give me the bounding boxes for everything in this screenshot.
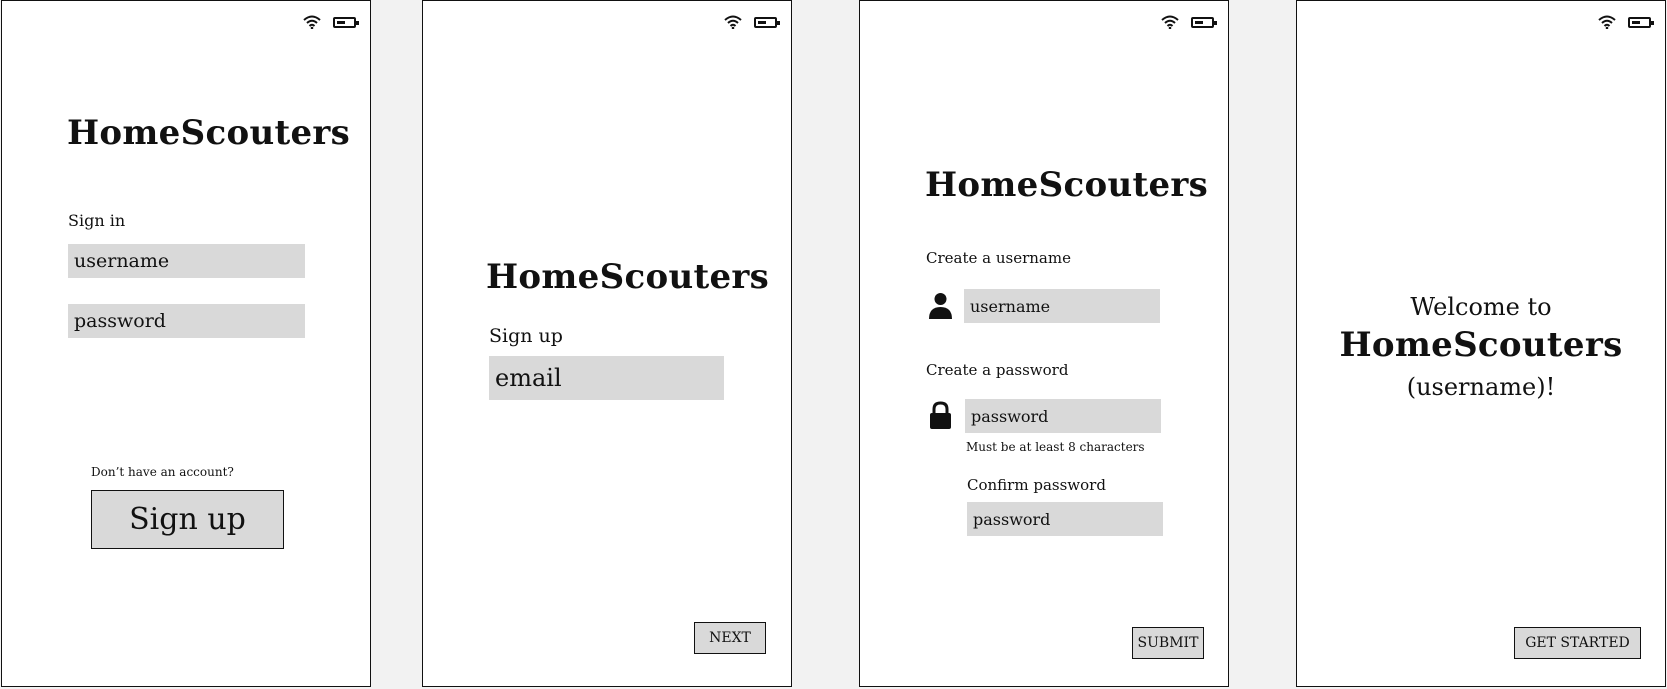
username-placeholder: username (970, 296, 1051, 316)
get-started-button-label: GET STARTED (1525, 635, 1630, 651)
status-bar (724, 15, 780, 29)
signin-heading: Sign in (68, 211, 126, 230)
status-bar (1161, 15, 1217, 29)
lock-icon (930, 401, 951, 429)
submit-button[interactable]: SUBMIT (1132, 627, 1204, 659)
battery-icon (1628, 16, 1654, 28)
no-account-text: Don’t have an account? (91, 465, 234, 479)
welcome-username: (username)! (1406, 373, 1556, 401)
get-started-button[interactable]: GET STARTED (1514, 627, 1641, 659)
username-input[interactable]: username (68, 244, 305, 278)
password-heading: Create a password (926, 361, 1069, 379)
password-input[interactable]: password (68, 304, 305, 338)
next-button[interactable]: NEXT (694, 622, 766, 654)
confirm-heading: Confirm password (967, 476, 1106, 494)
battery-icon (333, 16, 359, 28)
password-placeholder: password (74, 310, 166, 332)
next-button-label: NEXT (709, 630, 751, 646)
signup-button[interactable]: Sign up (91, 490, 284, 549)
password-hint: Must be at least 8 characters (966, 440, 1145, 454)
app-logo: HomeScouters (1339, 325, 1623, 365)
battery-icon (754, 16, 780, 28)
status-bar (303, 15, 359, 29)
signup-button-label: Sign up (129, 502, 246, 537)
create-username-input[interactable]: username (964, 289, 1160, 323)
wifi-icon (1598, 15, 1616, 29)
app-logo: HomeScouters (925, 165, 1209, 205)
password-placeholder: password (971, 406, 1049, 426)
submit-button-label: SUBMIT (1137, 635, 1199, 651)
wifi-icon (1161, 15, 1179, 29)
wifi-icon (724, 15, 742, 29)
wifi-icon (303, 15, 321, 29)
welcome-screen: Welcome to HomeScouters (username)! GET … (1296, 0, 1666, 687)
email-placeholder: email (495, 364, 562, 392)
app-logo: HomeScouters (67, 113, 351, 153)
create-account-screen: HomeScouters Create a username username … (859, 0, 1229, 687)
status-bar (1598, 15, 1654, 29)
app-logo: HomeScouters (486, 257, 770, 297)
confirm-placeholder: password (973, 509, 1051, 529)
signin-screen: HomeScouters Sign in username password D… (1, 0, 371, 687)
username-heading: Create a username (926, 249, 1071, 267)
battery-icon (1191, 16, 1217, 28)
signup-heading: Sign up (489, 325, 563, 347)
welcome-line-1: Welcome to (1410, 293, 1552, 321)
confirm-password-input[interactable]: password (967, 502, 1163, 536)
username-placeholder: username (74, 250, 170, 272)
user-icon (929, 293, 952, 319)
create-password-input[interactable]: password (965, 399, 1161, 433)
email-input[interactable]: email (489, 356, 724, 400)
signup-screen: HomeScouters Sign up email NEXT (422, 0, 792, 687)
